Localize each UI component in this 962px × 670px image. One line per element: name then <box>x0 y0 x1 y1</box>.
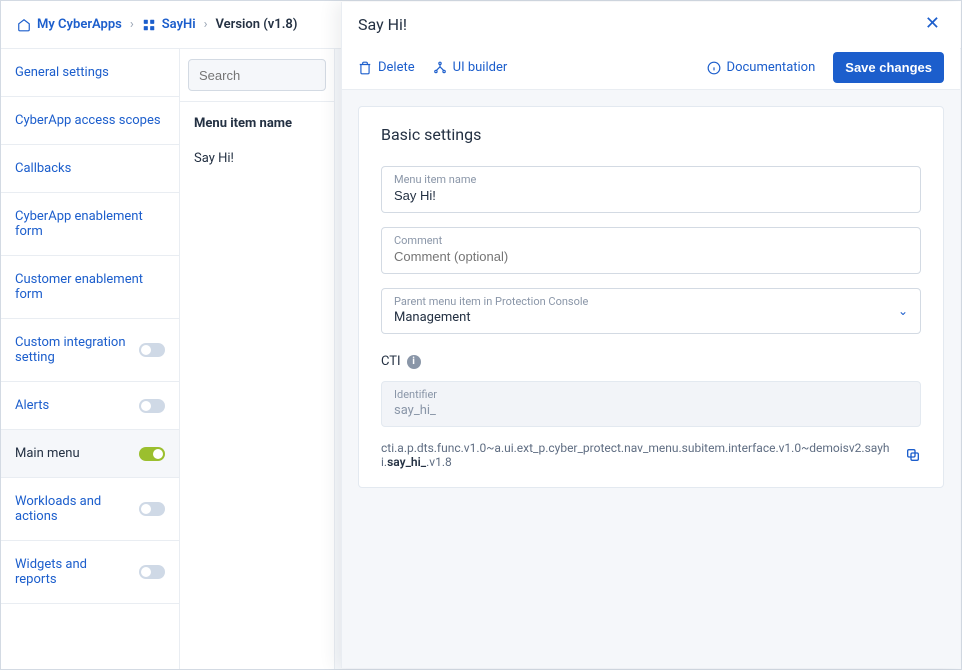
detail-panel: Say Hi! ✕ Delete UI builder Documentatio… <box>341 2 960 668</box>
cti-prefix: cti.a.p.dts.func.v1.0~a.ui.ext_p.cyber_p… <box>381 441 890 469</box>
documentation-label: Documentation <box>727 60 816 75</box>
sidebar-item-custom-integration[interactable]: Custom integration setting <box>1 319 179 382</box>
info-icon[interactable]: i <box>407 355 421 369</box>
sidebar-item-cyberapp-enablement[interactable]: CyberApp enablement form <box>1 193 179 256</box>
sidebar-item-callbacks[interactable]: Callbacks <box>1 145 179 193</box>
menu-items-column: Menu item name Say Hi! <box>180 49 335 669</box>
sidebar-item-widgets[interactable]: Widgets and reports <box>1 541 179 604</box>
home-icon <box>17 18 31 32</box>
breadcrumb-app-label: SayHi <box>162 17 196 32</box>
sidebar-item-label: General settings <box>15 65 109 80</box>
sidebar-item-label: Custom integration setting <box>15 335 131 365</box>
parent-menu-value: Management <box>394 308 908 325</box>
sidebar: General settings CyberApp access scopes … <box>1 49 180 669</box>
chevron-down-icon: ⌄ <box>898 304 908 318</box>
field-label: Comment <box>394 234 908 247</box>
toggle-custom-integration[interactable] <box>139 343 165 357</box>
menu-item-name-field[interactable]: Menu item name <box>381 166 921 213</box>
menu-item-label: Say Hi! <box>194 151 234 166</box>
sidebar-item-label: Main menu <box>15 446 80 461</box>
sidebar-item-label: CyberApp enablement form <box>15 209 165 239</box>
comment-field[interactable]: Comment <box>381 227 921 274</box>
sidebar-item-label: Callbacks <box>15 161 71 176</box>
sidebar-item-label: Widgets and reports <box>15 557 131 587</box>
cti-identifier-bold: say_hi_ <box>387 455 426 469</box>
cti-suffix: .v1.8 <box>426 455 452 469</box>
sidebar-item-label: Workloads and actions <box>15 494 131 524</box>
trash-icon <box>358 61 372 75</box>
breadcrumb-version-label: Version (v1.8) <box>216 17 298 32</box>
documentation-link[interactable]: Documentation <box>707 60 816 75</box>
sidebar-item-label: Customer enablement form <box>15 272 165 302</box>
sidebar-item-general-settings[interactable]: General settings <box>1 49 179 97</box>
close-icon[interactable]: ✕ <box>921 11 944 37</box>
card-title: Basic settings <box>381 125 921 144</box>
field-label: Identifier <box>394 388 908 401</box>
breadcrumb-version[interactable]: Version (v1.8) <box>216 17 298 32</box>
basic-settings-card: Basic settings Menu item name Comment Pa… <box>358 106 944 488</box>
breadcrumb-root-label: My CyberApps <box>37 17 122 32</box>
breadcrumb-root[interactable]: My CyberApps <box>17 17 122 32</box>
menu-items-header: Menu item name <box>180 102 334 141</box>
menu-item-name-input[interactable] <box>394 186 908 203</box>
sidebar-item-label: CyberApp access scopes <box>15 113 161 128</box>
identifier-field: Identifier say_hi_ <box>381 381 921 427</box>
sidebar-item-access-scopes[interactable]: CyberApp access scopes <box>1 97 179 145</box>
field-label: Parent menu item in Protection Console <box>394 295 908 308</box>
sidebar-item-workloads[interactable]: Workloads and actions <box>1 478 179 541</box>
menu-item-row[interactable]: Say Hi! <box>180 141 334 176</box>
sidebar-item-alerts[interactable]: Alerts <box>1 382 179 430</box>
chevron-right-icon: › <box>204 17 208 32</box>
panel-title: Say Hi! <box>358 15 407 34</box>
delete-label: Delete <box>378 60 415 75</box>
ui-builder-label: UI builder <box>453 60 508 75</box>
toggle-alerts[interactable] <box>139 399 165 413</box>
comment-input[interactable] <box>394 247 908 264</box>
cti-section-label: CTI i <box>381 354 921 369</box>
delete-button[interactable]: Delete <box>358 60 415 75</box>
sidebar-item-label: Alerts <box>15 398 49 413</box>
field-label: Menu item name <box>394 173 908 186</box>
chevron-right-icon: › <box>130 17 134 32</box>
save-button[interactable]: Save changes <box>833 52 944 83</box>
app-grid-icon <box>142 18 156 32</box>
sidebar-item-customer-enablement[interactable]: Customer enablement form <box>1 256 179 319</box>
parent-menu-select[interactable]: Parent menu item in Protection Console M… <box>381 288 921 334</box>
sidebar-item-main-menu[interactable]: Main menu <box>1 430 179 478</box>
identifier-value: say_hi_ <box>394 401 908 418</box>
toggle-main-menu[interactable] <box>139 447 165 461</box>
copy-icon[interactable] <box>905 447 921 463</box>
toggle-widgets[interactable] <box>139 565 165 579</box>
search-input[interactable] <box>188 59 326 91</box>
breadcrumb-app[interactable]: SayHi <box>142 17 196 32</box>
tree-icon <box>433 61 447 75</box>
toggle-workloads[interactable] <box>139 502 165 516</box>
ui-builder-button[interactable]: UI builder <box>433 60 508 75</box>
cti-label-text: CTI <box>381 354 401 369</box>
info-icon <box>707 61 721 75</box>
cti-full-path: cti.a.p.dts.func.v1.0~a.ui.ext_p.cyber_p… <box>381 441 895 469</box>
